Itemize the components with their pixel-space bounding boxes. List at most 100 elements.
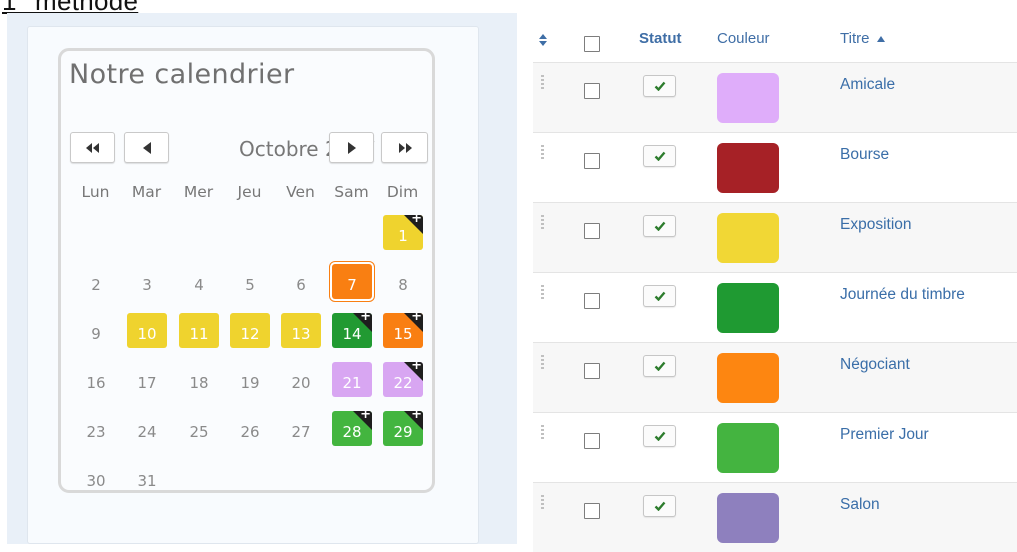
calendar-day-event[interactable]: 29 + [383, 411, 423, 446]
table-row: Salon [533, 482, 1017, 552]
row-checkbox[interactable] [584, 223, 600, 239]
category-title-link[interactable]: Premier Jour [840, 426, 929, 444]
calendar-day-event[interactable]: 14 + [332, 313, 372, 348]
calendar-day: 24 [127, 411, 167, 446]
color-swatch [717, 353, 779, 403]
prev-month-button[interactable] [124, 132, 169, 163]
table-row: Amicale [533, 62, 1017, 132]
calendar-day-number: 17 [137, 373, 157, 392]
calendar-day-number: 24 [137, 422, 157, 441]
calendar-day-event[interactable]: 22 + [383, 362, 423, 397]
color-swatch [717, 143, 779, 193]
plus-icon: + [411, 362, 422, 373]
category-title-link[interactable]: Négociant [840, 356, 910, 374]
calendar-day-number: 16 [86, 373, 106, 392]
status-published-button[interactable] [643, 495, 676, 517]
calendar-day-event[interactable]: 21 [332, 362, 372, 397]
status-published-button[interactable] [643, 425, 676, 447]
double-chevron-right-icon [398, 142, 412, 153]
column-header-titre[interactable]: Titre [840, 30, 885, 47]
next-month-button[interactable] [329, 132, 374, 163]
table-row: Exposition [533, 202, 1017, 272]
category-title-link[interactable]: Bourse [840, 146, 889, 164]
calendar-day-number: 31 [137, 471, 157, 490]
table-row: Négociant [533, 342, 1017, 412]
drag-handle-icon[interactable] [541, 215, 545, 229]
calendar-day-number: 19 [240, 373, 260, 392]
table-row: Premier Jour [533, 412, 1017, 482]
next-year-button[interactable] [381, 132, 428, 163]
status-published-button[interactable] [643, 215, 676, 237]
calendar-day-event[interactable]: 7 [332, 264, 372, 299]
triangle-right-icon [347, 141, 356, 154]
calendar-day-event[interactable]: 11 [179, 313, 219, 348]
calendar-day-number: 12 [240, 324, 260, 343]
calendar-day: 9 [76, 313, 116, 348]
status-published-button[interactable] [643, 145, 676, 167]
category-title-link[interactable]: Exposition [840, 216, 912, 234]
calendar-day: 19 [230, 362, 270, 397]
calendar-day-event[interactable]: 12 [230, 313, 270, 348]
calendar-day-number: 27 [291, 422, 311, 441]
row-checkbox[interactable] [584, 433, 600, 449]
status-published-button[interactable] [643, 285, 676, 307]
calendar-day: 25 [179, 411, 219, 446]
drag-handle-icon[interactable] [541, 145, 545, 159]
color-swatch [717, 493, 779, 543]
calendar-day: 16 [76, 362, 116, 397]
drag-handle-icon[interactable] [541, 285, 545, 299]
plus-icon: + [411, 215, 422, 226]
row-checkbox[interactable] [584, 153, 600, 169]
calendar-day-event[interactable]: 28 + [332, 411, 372, 446]
category-title-link[interactable]: Salon [840, 496, 880, 514]
row-checkbox[interactable] [584, 363, 600, 379]
calendar-day: 2 [76, 264, 116, 299]
calendar: Notre calendrier Octobre 2017 Lun Mar Mer J… [58, 48, 435, 493]
calendar-day-number: 21 [342, 373, 362, 392]
calendar-day-number: 18 [189, 373, 209, 392]
drag-handle-icon[interactable] [541, 355, 545, 369]
drag-handle-icon[interactable] [541, 495, 545, 509]
status-published-button[interactable] [643, 75, 676, 97]
calendar-day: 27 [281, 411, 321, 446]
category-table: Statut Couleur Titre Amicale Bourse Exposi… [533, 18, 1017, 552]
row-checkbox[interactable] [584, 83, 600, 99]
weekday-header: Lun [81, 183, 110, 201]
select-all-checkbox[interactable] [584, 36, 600, 52]
column-header-statut[interactable]: Statut [639, 30, 682, 47]
calendar-day-event[interactable]: 15 + [383, 313, 423, 348]
weekday-header: Ven [286, 183, 315, 201]
calendar-day-event[interactable]: 1 + [383, 215, 423, 250]
calendar-day: 26 [230, 411, 270, 446]
calendar-day: 30 [76, 460, 116, 495]
check-icon [654, 501, 665, 511]
calendar-day-number: 23 [86, 422, 106, 441]
weekday-header: Sam [334, 183, 369, 201]
row-checkbox[interactable] [584, 503, 600, 519]
prev-year-button[interactable] [70, 132, 115, 163]
calendar-day-number: 7 [347, 275, 357, 294]
category-title-link[interactable]: Amicale [840, 76, 895, 94]
calendar-day-number: 5 [245, 275, 255, 294]
calendar-day: 18 [179, 362, 219, 397]
sort-order-icon[interactable] [539, 34, 547, 46]
column-header-couleur[interactable]: Couleur [717, 30, 770, 47]
status-published-button[interactable] [643, 355, 676, 377]
calendar-day-event[interactable]: 13 [281, 313, 321, 348]
category-title-link[interactable]: Journée du timbre [840, 286, 965, 304]
color-swatch [717, 283, 779, 333]
calendar-day: 8 [383, 264, 423, 299]
plus-icon: + [411, 313, 422, 324]
drag-handle-icon[interactable] [541, 425, 545, 439]
color-swatch [717, 73, 779, 123]
calendar-day: 31 [127, 460, 167, 495]
calendar-day-number: 26 [240, 422, 260, 441]
calendar-day-number: 30 [86, 471, 106, 490]
calendar-day-number: 9 [91, 324, 101, 343]
row-checkbox[interactable] [584, 293, 600, 309]
calendar-day: 5 [230, 264, 270, 299]
calendar-day-event[interactable]: 10 [127, 313, 167, 348]
check-icon [654, 361, 665, 371]
drag-handle-icon[interactable] [541, 75, 545, 89]
check-icon [654, 291, 665, 301]
